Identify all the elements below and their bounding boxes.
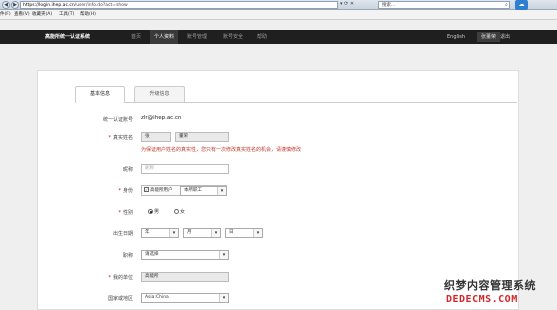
url-path: /user/info.do?act=show	[74, 3, 128, 8]
nav-account-management[interactable]: 账号管理	[187, 30, 207, 44]
menu-file[interactable]: 件(F)	[0, 11, 11, 19]
nav-profile[interactable]: 个人资料	[150, 30, 179, 44]
nav-help[interactable]: 帮助	[257, 30, 267, 44]
site-navbar: 高能所统一认证系统 首页 个人资料 账号管理 账号安全 帮助 English 张…	[0, 30, 557, 44]
given-name-field[interactable]: 董荣	[175, 132, 229, 142]
menu-help[interactable]: 帮助(H)	[80, 11, 96, 19]
browser-search-input[interactable]: 搜索...	[378, 1, 510, 9]
job-title-select[interactable]: 请选择 ▾	[141, 250, 229, 260]
required-mark: *	[108, 275, 111, 281]
country-select[interactable]: Asia:China ▾	[141, 293, 229, 303]
unit-label-text: 我的单位	[112, 275, 133, 281]
site-title[interactable]: 高能所统一认证系统	[45, 30, 90, 44]
nickname-label: 昵称	[122, 167, 133, 173]
tab-divider	[75, 102, 517, 103]
job-title-value: 请选择	[145, 252, 159, 257]
identity-select-value: 本所职工	[184, 188, 202, 193]
gender-female-label: 女	[180, 209, 186, 215]
nickname-field[interactable]: 昵称	[141, 164, 229, 174]
birth-day-value: 日	[229, 230, 234, 235]
logout-link[interactable]: 退出	[500, 30, 510, 44]
gender-male-radio[interactable]	[148, 209, 153, 214]
cloud-icon[interactable]: ☁	[515, 0, 528, 10]
nav-home[interactable]: 首页	[131, 30, 141, 44]
search-icon[interactable]: ⌕	[505, 1, 512, 9]
gender-male-option[interactable]: 男	[148, 208, 159, 215]
country-value: Asia:China	[145, 295, 169, 300]
realname-label: * 真实姓名	[38, 134, 133, 141]
chevron-down-icon: ▾	[217, 187, 226, 195]
identity-checkbox-label: 高能所用户	[150, 188, 173, 193]
birth-label: 出生日期	[112, 231, 133, 237]
back-icon[interactable]: ◀	[2, 1, 10, 9]
gender-label-text: 性别	[122, 210, 133, 216]
country-label: 国家或地区	[107, 296, 133, 302]
required-mark: *	[108, 135, 111, 141]
browser-menubar: 件(F) 查看(V) 收藏夹(A) 工具(T) 帮助(H)	[0, 10, 557, 20]
identity-select[interactable]: 本所职工 ▾	[180, 186, 227, 196]
chevron-down-icon: ▾	[169, 229, 178, 237]
url-input[interactable]: https://login.ihep.ac.cn/user/info.do?ac…	[20, 1, 338, 9]
menu-tools[interactable]: 工具(T)	[59, 11, 74, 19]
birth-month-value: 月	[187, 230, 192, 235]
realname-label-text: 真实姓名	[112, 135, 133, 141]
forward-icon[interactable]: ▶	[11, 1, 19, 9]
unit-label: * 我的单位	[38, 274, 133, 281]
current-user[interactable]: 张董荣	[477, 32, 501, 42]
chevron-down-icon: ▾	[211, 229, 220, 237]
identity-label-text: 身份	[122, 188, 133, 194]
browser-address-bar: ◀ ▶ https://login.ihep.ac.cn/user/info.d…	[0, 0, 557, 10]
nav-account-security[interactable]: 账号安全	[223, 30, 243, 44]
menu-favorites[interactable]: 收藏夹(A)	[32, 11, 52, 19]
birth-year-select[interactable]: 年 ▾	[141, 228, 179, 238]
gender-female-radio[interactable]	[174, 209, 179, 214]
required-mark: *	[118, 188, 121, 194]
watermark: 织梦内容管理系统 DEDECMS.COM	[444, 277, 557, 310]
language-switch[interactable]: English	[447, 30, 465, 44]
chevron-down-icon: ▾	[219, 294, 228, 302]
identity-label: * 身份	[38, 187, 133, 194]
gender-label: * 性别	[38, 209, 133, 216]
birth-year-value: 年	[145, 230, 150, 235]
url-host: https://login.ihep.ac.cn	[23, 3, 75, 8]
birth-month-select[interactable]: 月 ▾	[183, 228, 221, 238]
identity-checkbox[interactable]: ✓	[144, 187, 149, 192]
unit-field[interactable]: 高能所	[141, 272, 229, 282]
menu-view[interactable]: 查看(V)	[14, 11, 30, 19]
profile-panel: 基本信息 升级信息 统一认证账号 zlr@ihep.ac.cn * 真实姓名 张 …	[37, 70, 519, 310]
account-value: zlr@ihep.ac.cn	[141, 115, 182, 121]
account-label: 统一认证账号	[102, 117, 133, 123]
gender-female-option[interactable]: 女	[174, 208, 185, 215]
birth-day-select[interactable]: 日 ▾	[225, 228, 263, 238]
job-title-label: 职称	[122, 253, 133, 259]
url-tools-icons[interactable]: ▾ ⟳ ✕	[340, 1, 354, 7]
watermark-title: 织梦内容管理系统	[444, 279, 536, 292]
required-mark: *	[118, 210, 121, 216]
gender-male-label: 男	[154, 209, 160, 215]
chevron-down-icon: ▾	[219, 251, 228, 259]
watermark-domain: DEDECMS.COM	[446, 294, 518, 305]
chevron-down-icon: ▾	[253, 229, 262, 237]
realname-hint: 为保证用户姓名的真实性，您只有一次修改真实姓名的机会，请谨慎修改	[141, 147, 302, 153]
tab-upgrade-info[interactable]: 升级信息	[134, 86, 185, 102]
surname-field[interactable]: 张	[141, 132, 171, 142]
tab-basic-info[interactable]: 基本信息	[75, 86, 125, 103]
